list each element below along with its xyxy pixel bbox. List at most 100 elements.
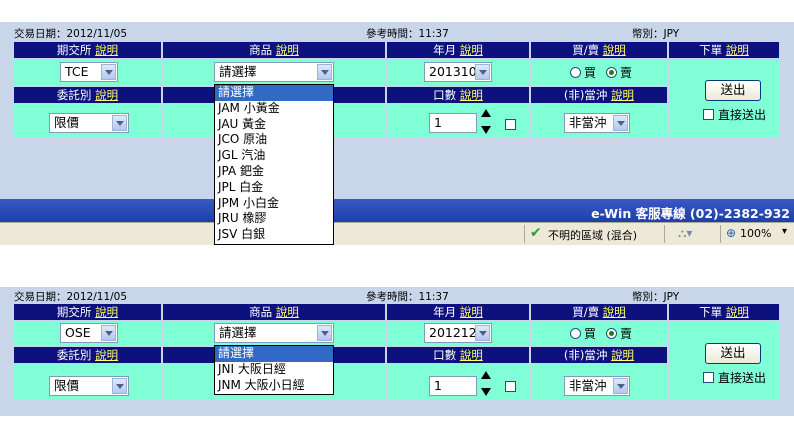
send-button[interactable]: 送出 <box>705 343 761 364</box>
explain-link[interactable]: 說明 <box>276 43 299 57</box>
product-value: 請選擇 <box>219 64 257 79</box>
chevron-down-icon <box>475 325 490 341</box>
dropdown-option[interactable]: JGL 汽油 <box>215 148 333 164</box>
explain-link[interactable]: 說明 <box>276 305 299 319</box>
explain-link[interactable]: 說明 <box>603 305 626 319</box>
yearmonth-select[interactable]: 201310 <box>424 62 492 82</box>
exchange-select[interactable]: TCE <box>60 62 118 82</box>
explain-link[interactable]: 說明 <box>603 43 626 57</box>
type-select[interactable]: 限價 <box>49 113 129 133</box>
daytrade-select[interactable]: 非當沖 <box>564 376 630 396</box>
header-daytrade: (非)當沖 說明 <box>531 87 667 103</box>
header-yearmonth: 年月 說明 <box>387 304 529 320</box>
chevron-down-icon <box>101 325 116 341</box>
dropdown-option[interactable]: JAM 小黃金 <box>215 101 333 117</box>
dropdown-option[interactable]: 請選擇 <box>215 346 333 362</box>
ref-time: 參考時間：11:37 <box>366 28 449 40</box>
zoom-icon[interactable]: ⊕ <box>726 226 736 240</box>
explain-link[interactable]: 說明 <box>460 43 483 57</box>
daytrade-select[interactable]: 非當沖 <box>564 113 630 133</box>
explain-link[interactable]: 說明 <box>95 88 118 102</box>
header-product: 商品 說明 <box>163 42 385 58</box>
dropdown-option[interactable]: JAU 黃金 <box>215 117 333 133</box>
qty-input[interactable]: 1 <box>429 113 477 133</box>
dropdown-option[interactable]: JPL 白金 <box>215 180 333 196</box>
dropdown-option[interactable]: JNM 大阪小日經 <box>215 378 333 394</box>
explain-link[interactable]: 說明 <box>726 305 749 319</box>
explain-link[interactable]: 說明 <box>95 305 118 319</box>
explain-link[interactable]: 說明 <box>95 348 118 362</box>
product-dropdown[interactable]: 請選擇 JNI 大阪日經 JNM 大阪小日經 <box>214 345 334 395</box>
yearmonth-value: 201310 <box>429 64 477 79</box>
qty-stepper[interactable] <box>480 370 492 402</box>
zoom-dropdown-icon[interactable]: ▾ <box>782 226 787 237</box>
header-exchange: 期交所 說明 <box>14 304 161 320</box>
banner-text: e-Win 客服專線 (02)-2382-932 <box>591 206 790 221</box>
dropdown-option[interactable]: 請選擇 <box>215 85 333 101</box>
direct-send-label: 直接送出 <box>718 371 767 385</box>
header-type: 委託別 說明 <box>14 347 161 363</box>
chevron-down-icon <box>317 64 332 80</box>
sell-label: 賣 <box>620 327 633 341</box>
type-value: 限價 <box>54 115 80 130</box>
qty-stepper[interactable] <box>480 108 492 140</box>
dropdown-option[interactable]: JPA 鈀金 <box>215 164 333 180</box>
zoom-level[interactable]: 100% <box>740 227 771 240</box>
explain-link[interactable]: 說明 <box>611 348 634 362</box>
header-buysell: 買/賣 說明 <box>531 42 667 58</box>
dropdown-option[interactable]: JPM 小白金 <box>215 196 333 212</box>
header-type: 委託別 說明 <box>14 87 161 103</box>
product-dropdown[interactable]: 請選擇 JAM 小黃金 JAU 黃金 JCO 原油 JGL 汽油 JPA 鈀金 … <box>214 84 334 245</box>
ref-time: 參考時間：11:37 <box>366 291 449 303</box>
send-button[interactable]: 送出 <box>705 80 761 101</box>
checkmark-icon: ✔ <box>530 225 542 241</box>
qty-input[interactable]: 1 <box>429 376 477 396</box>
qty-checkbox[interactable] <box>505 119 516 130</box>
qty-value: 1 <box>434 378 442 393</box>
chevron-down-icon <box>112 115 127 131</box>
exchange-value: TCE <box>65 64 89 79</box>
product-select[interactable]: 請選擇 <box>214 62 334 82</box>
chevron-down-icon <box>613 378 628 394</box>
direct-send-checkbox[interactable] <box>703 372 714 383</box>
sell-radio[interactable] <box>606 328 617 339</box>
explain-link[interactable]: 說明 <box>460 305 483 319</box>
arrow-up-icon[interactable] <box>481 371 491 379</box>
buy-radio[interactable] <box>570 328 581 339</box>
explain-link[interactable]: 說明 <box>611 88 634 102</box>
trade-date: 交易日期：2012/11/05 <box>14 291 128 303</box>
sell-radio[interactable] <box>606 67 617 78</box>
dropdown-option[interactable]: JCO 原油 <box>215 132 333 148</box>
trade-date: 交易日期：2012/11/05 <box>14 28 128 40</box>
product-select[interactable]: 請選擇 <box>214 323 334 343</box>
explain-link[interactable]: 說明 <box>460 88 483 102</box>
exchange-select[interactable]: OSE <box>60 323 118 343</box>
header-exchange: 期交所 說明 <box>14 42 161 58</box>
qty-checkbox[interactable] <box>505 381 516 392</box>
dropdown-option[interactable]: JSV 白銀 <box>215 227 333 243</box>
buysell-cell <box>531 59 667 86</box>
buy-label: 買 <box>584 327 597 341</box>
arrow-up-icon[interactable] <box>481 109 491 117</box>
header-daytrade: (非)當沖 說明 <box>531 347 667 363</box>
direct-send-checkbox[interactable] <box>703 109 714 120</box>
security-icon[interactable]: ⛬▾ <box>678 226 692 241</box>
dropdown-option[interactable]: JRU 橡膠 <box>215 211 333 227</box>
explain-link[interactable]: 說明 <box>726 43 749 57</box>
type-value: 限價 <box>54 378 80 393</box>
chevron-down-icon <box>317 325 332 341</box>
yearmonth-select[interactable]: 201212 <box>424 323 492 343</box>
type-select[interactable]: 限價 <box>49 376 129 396</box>
buysell-cell <box>531 321 667 346</box>
buy-radio[interactable] <box>570 67 581 78</box>
dropdown-option[interactable]: JNI 大阪日經 <box>215 362 333 378</box>
header-order: 下單 說明 <box>669 304 779 320</box>
arrow-down-icon[interactable] <box>481 126 491 134</box>
currency: 幣別：JPY <box>632 291 680 303</box>
header-buysell: 買/賣 說明 <box>531 304 667 320</box>
header-qty: 口數 說明 <box>387 87 529 103</box>
direct-send-label: 直接送出 <box>718 108 767 122</box>
explain-link[interactable]: 說明 <box>95 43 118 57</box>
explain-link[interactable]: 說明 <box>460 348 483 362</box>
arrow-down-icon[interactable] <box>481 388 491 396</box>
